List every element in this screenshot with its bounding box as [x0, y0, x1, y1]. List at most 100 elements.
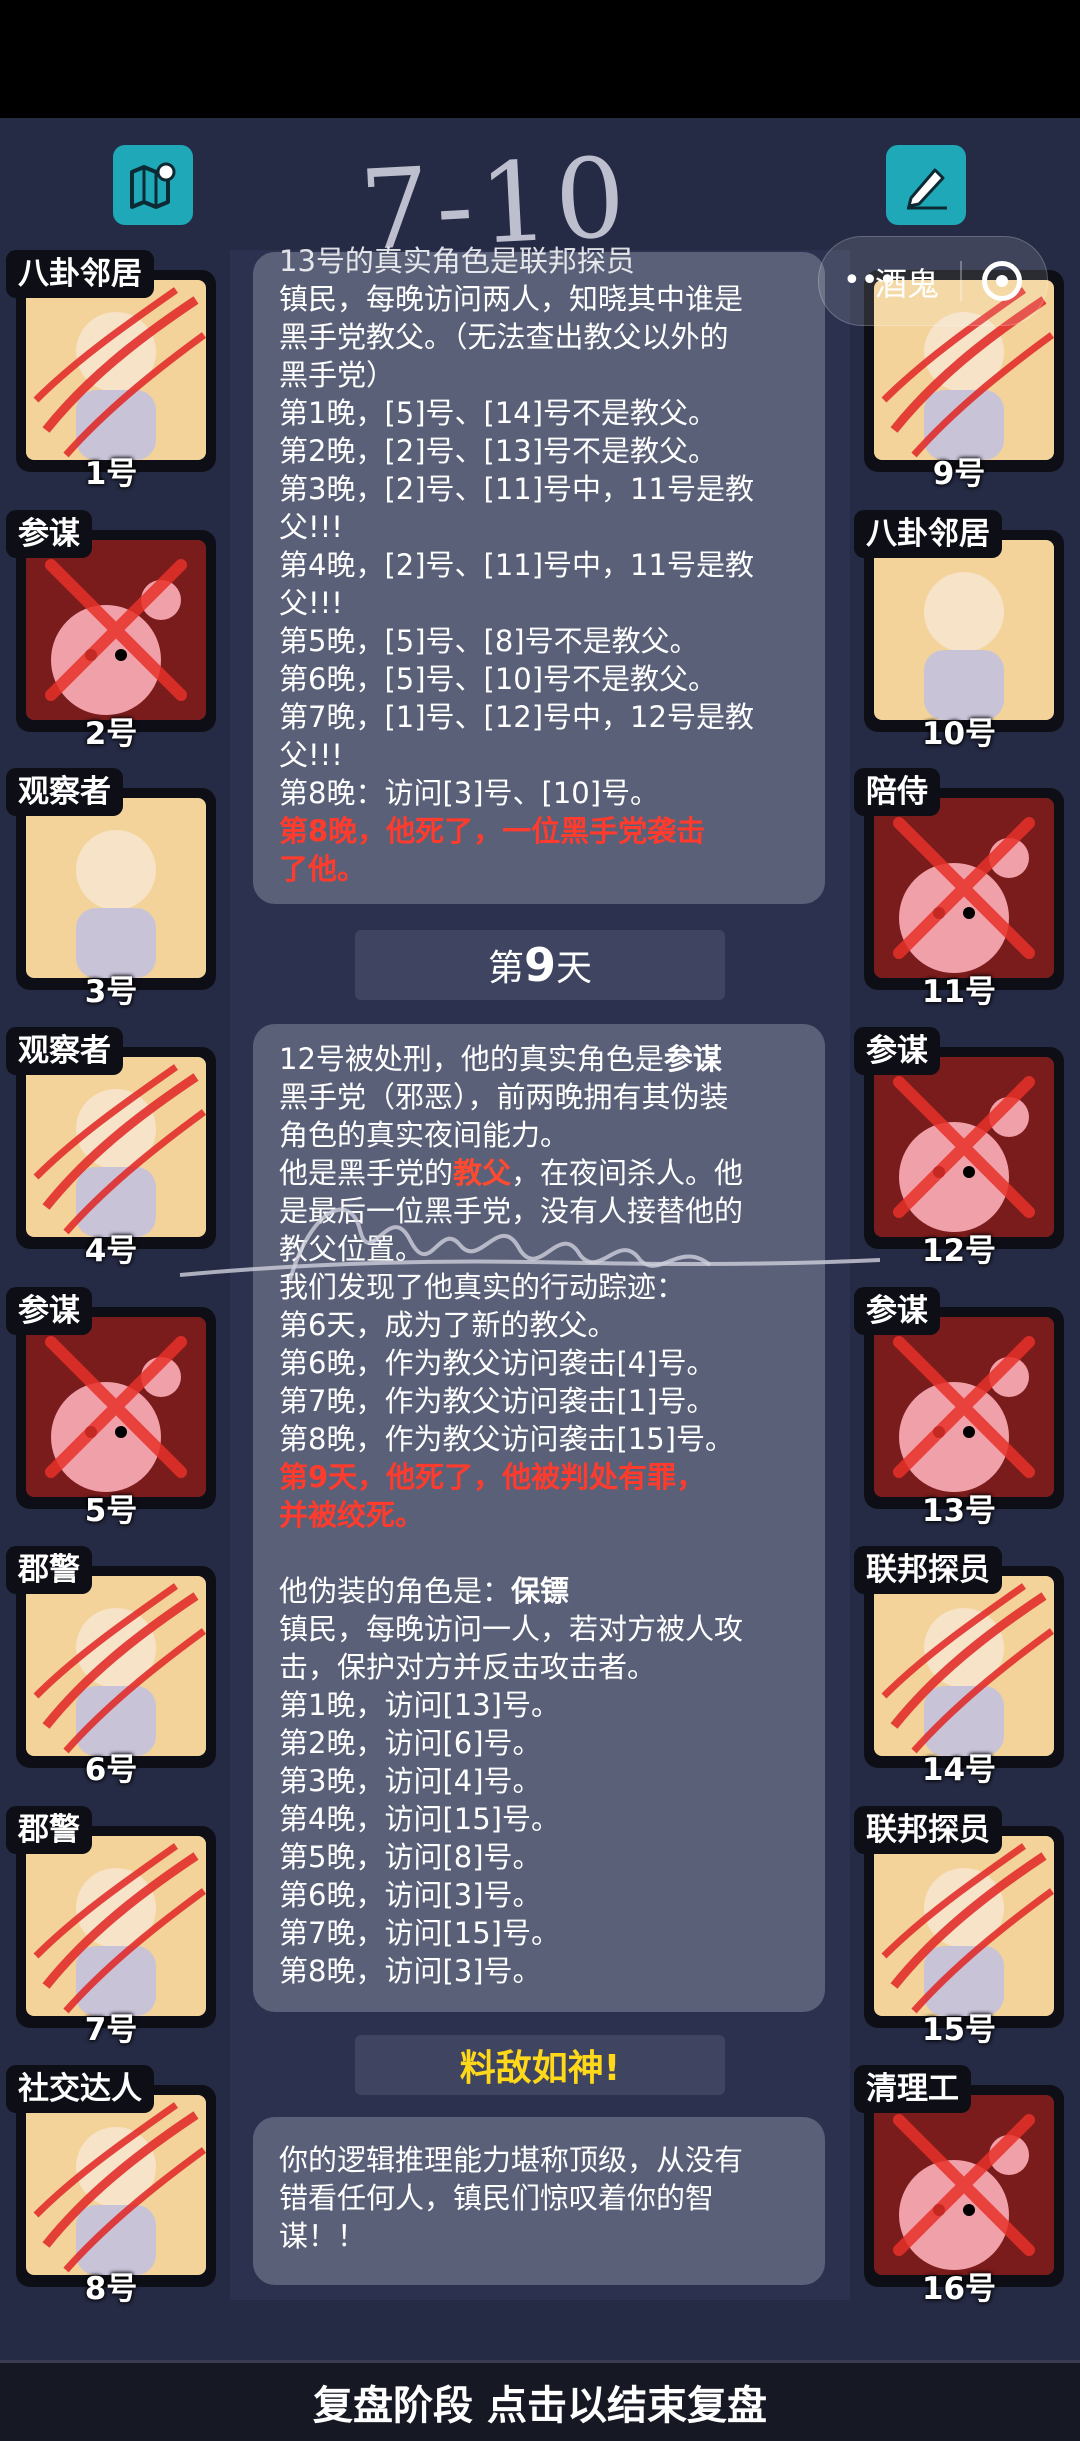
player-avatar [45, 559, 187, 715]
card1-death-line: 第8晚，他死了，一位黑手党袭击 [279, 814, 706, 848]
capsule-role-label: 酒鬼 [875, 265, 940, 303]
summary-line: 你的逻辑推理能力堪称顶级，从没有 [279, 2143, 744, 2177]
card1-line: 第1晚，[5]号、[14]号不是教父。 [279, 396, 718, 430]
player-seat[interactable]: 联邦探员 14号 [854, 1546, 1064, 1791]
role-tag: 清理工 [854, 2065, 971, 2113]
disguise-label: 他伪装的角色是： [279, 1574, 512, 1608]
card1-line: 父!!! [279, 510, 343, 544]
seat-number: 13号 [921, 1493, 997, 1529]
player-avatar [893, 817, 1035, 973]
seat-number: 14号 [921, 1752, 997, 1788]
avatar [26, 540, 206, 720]
role-tag: 社交达人 [6, 2065, 154, 2113]
player-avatar [33, 1064, 206, 1237]
review-card-13: 13号的真实角色是联邦探员 镇民，每晚访问两人，知晓其中谁是 黑手党教父。（无法查出… [253, 244, 825, 904]
avatar [26, 1317, 206, 1497]
role-tag: 参谋 [854, 1287, 940, 1335]
seat-number: 9号 [932, 456, 986, 492]
close-target-icon[interactable] [982, 261, 1023, 301]
night-visit-line: 第5晚，访问[8]号。 [279, 1840, 542, 1874]
avatar [874, 1057, 1054, 1237]
card1-line: 第8晚：访问[3]号、[10]号。 [279, 776, 660, 810]
avatar [874, 1317, 1054, 1497]
player-avatar [33, 287, 206, 460]
card1-line: 父!!! [279, 586, 343, 620]
disguise-role: 保镖 [511, 1574, 570, 1608]
player-seat[interactable]: 郡警 7号 [6, 1806, 216, 2051]
player-seat[interactable]: 八卦邻居 1号 [6, 250, 216, 495]
day-header: 第9天 [355, 930, 725, 1000]
achievement-title: 料敌如神! [459, 2048, 621, 2089]
player-seat[interactable]: 参谋 5号 [6, 1287, 216, 1532]
player-seat[interactable]: 参谋 2号 [6, 510, 216, 755]
avatar [26, 2095, 206, 2275]
disguise-desc: 击，保护对方并反击攻击者。 [279, 1650, 657, 1684]
night-visit-line: 第3晚，访问[4]号。 [279, 1764, 542, 1798]
card1-line: 黑手党教父。（无法查出教父以外的 [279, 320, 729, 354]
player-seat[interactable]: 参谋 13号 [854, 1287, 1064, 1532]
death-line: 并被绞死。 [279, 1498, 425, 1532]
mini-program-capsule[interactable]: ••• 酒鬼 [818, 236, 1048, 326]
card1-line: 第7晚，[1]号、[12]号中，12号是教 [279, 700, 754, 734]
role-tag: 参谋 [6, 1287, 92, 1335]
player-seat[interactable]: 郡警 6号 [6, 1546, 216, 1791]
card1-line: 13号的真实角色是联邦探员 [279, 244, 635, 278]
seat-number: 6号 [84, 1752, 138, 1788]
seat-number: 15号 [921, 2012, 997, 2048]
seat-number: 5号 [84, 1493, 138, 1529]
day-suffix: 天 [556, 948, 593, 989]
player-seat[interactable]: 观察者 3号 [6, 768, 216, 1013]
card1-death-line: 了他。 [279, 852, 367, 886]
signature-scribble [179, 1207, 881, 1281]
role-tag: 联邦探员 [854, 1546, 1002, 1594]
summary-line: 谋！！ [279, 2219, 367, 2253]
card1-line: 父!!! [279, 738, 343, 772]
player-avatar [45, 1336, 187, 1492]
player-seat[interactable]: 八卦邻居 10号 [854, 510, 1064, 755]
avatar [26, 1576, 206, 1756]
role-desc-2: 角色的真实夜间能力。 [279, 1118, 570, 1152]
role-desc-1: 黑手党（邪恶），前两晚拥有其伪装 [279, 1080, 729, 1114]
seat-number: 2号 [84, 716, 138, 752]
seat-number: 4号 [84, 1233, 138, 1269]
trace-line: 第7晚，作为教父访问袭击[1]号。 [279, 1384, 716, 1418]
player-seat[interactable]: 清理工 16号 [854, 2065, 1064, 2310]
death-line: 第9天，他死了，他被判处有罪， [279, 1460, 706, 1494]
seat-number: 16号 [921, 2271, 997, 2307]
card1-line: 第3晚，[2]号、[11]号中，11号是教 [279, 472, 754, 506]
exec-text: 12号被处刑，他的真实角色是 [279, 1042, 664, 1076]
review-card-summary: 你的逻辑推理能力堪称顶级，从没有 错看任何人，镇民们惊叹着你的智 谋！！ [253, 2117, 825, 2285]
end-review-button[interactable]: 复盘阶段 点击以结束复盘 [0, 2360, 1080, 2441]
day-number: 9 [523, 938, 556, 992]
seat-number: 10号 [921, 716, 997, 752]
card1-line: 黑手党） [279, 358, 396, 392]
role-tag: 郡警 [6, 1546, 92, 1594]
avatar [874, 540, 1054, 720]
player-seat[interactable]: 陪侍 11号 [854, 768, 1064, 1013]
true-role: 参谋 [663, 1042, 722, 1076]
achievement-header: 料敌如神! [355, 2035, 725, 2095]
night-visit-line: 第2晚，访问[6]号。 [279, 1726, 542, 1760]
player-avatar [76, 830, 156, 978]
player-seat[interactable]: 参谋 12号 [854, 1027, 1064, 1272]
card1-line: 第4晚，[2]号、[11]号中，11号是教 [279, 548, 754, 582]
player-avatar [33, 1583, 206, 1756]
night-visit-line: 第8晚，访问[3]号。 [279, 1954, 542, 1988]
avatar [874, 1576, 1054, 1756]
role-tag: 参谋 [6, 510, 92, 558]
player-seat[interactable]: 联邦探员 15号 [854, 1806, 1064, 2051]
avatar [26, 1836, 206, 2016]
avatar [874, 2095, 1054, 2275]
seat-number: 12号 [921, 1233, 997, 1269]
day-prefix: 第 [487, 948, 524, 989]
night-visit-line: 第1晚，访问[13]号。 [279, 1688, 560, 1722]
player-avatar [33, 1843, 206, 2016]
player-seat[interactable]: 观察者 4号 [6, 1027, 216, 1272]
avatar [26, 1057, 206, 1237]
player-seat[interactable]: 社交达人 8号 [6, 2065, 216, 2310]
role-tag: 陪侍 [854, 768, 940, 816]
pencil-note-icon[interactable] [886, 145, 966, 225]
summary-line: 错看任何人，镇民们惊叹着你的智 [279, 2181, 715, 2215]
player-avatar [881, 1843, 1054, 2016]
map-icon[interactable] [113, 145, 193, 225]
